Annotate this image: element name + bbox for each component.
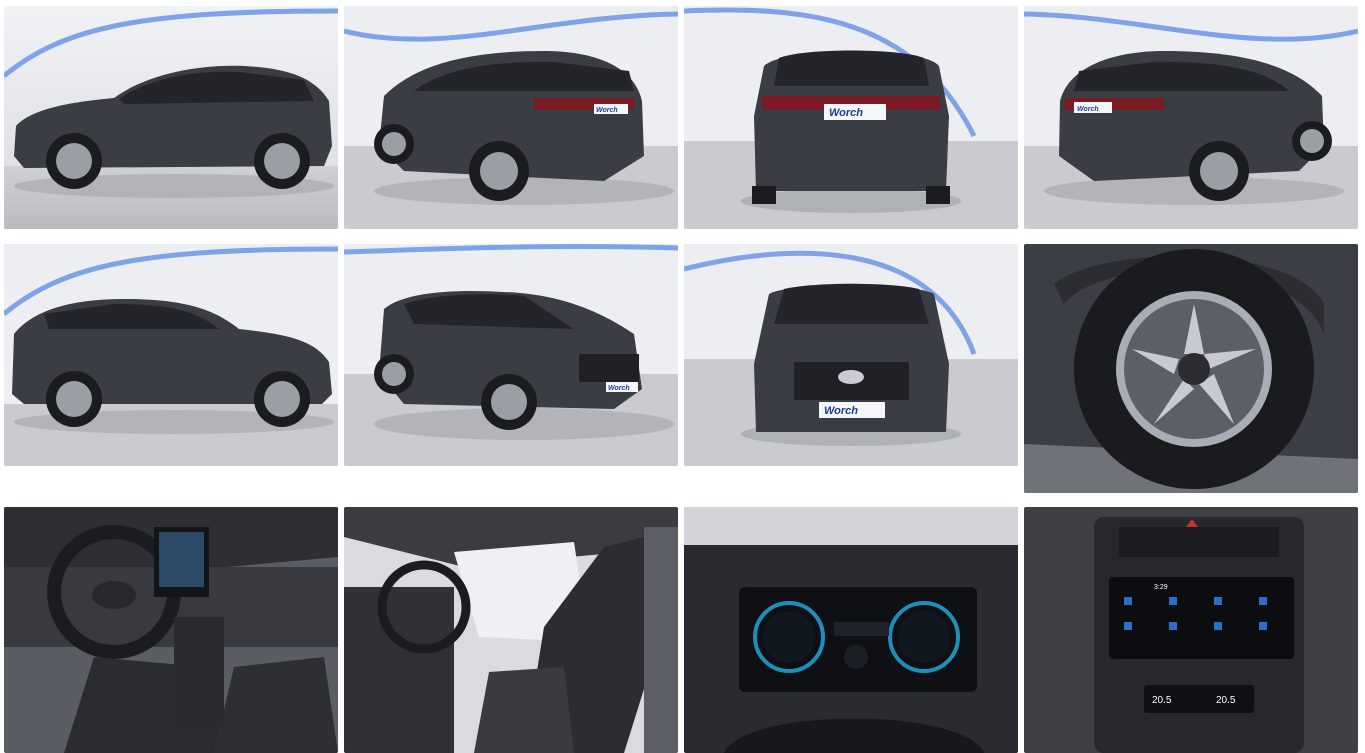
photo-interior-front-seats[interactable]: [344, 507, 678, 753]
license-plate-text: Worch: [829, 107, 863, 119]
photo-side-right[interactable]: [4, 244, 338, 466]
license-plate-text: Worch: [608, 385, 630, 392]
photo-rear-three-quarter-left[interactable]: Worch: [344, 6, 678, 229]
screen-clock: 3:29: [1154, 584, 1168, 591]
photo-side-left[interactable]: [4, 6, 338, 229]
photo-interior-cockpit[interactable]: [4, 507, 338, 753]
photo-front[interactable]: Worch: [684, 244, 1018, 466]
climate-right-temp: 20.5: [1216, 695, 1236, 706]
photo-rear-three-quarter-right[interactable]: Worch: [1024, 6, 1358, 229]
license-plate-text: Worch: [596, 107, 618, 114]
photo-front-three-quarter[interactable]: Worch: [344, 244, 678, 466]
photo-wheel-detail[interactable]: [1024, 244, 1358, 493]
photo-rear[interactable]: Worch: [684, 6, 1018, 229]
photo-infotainment[interactable]: 3:29 20.5 20.5: [1024, 507, 1358, 753]
license-plate-text: Worch: [1077, 106, 1099, 113]
climate-left-temp: 20.5: [1152, 695, 1172, 706]
license-plate-text: Worch: [824, 405, 858, 417]
photo-instrument-cluster[interactable]: [684, 507, 1018, 753]
